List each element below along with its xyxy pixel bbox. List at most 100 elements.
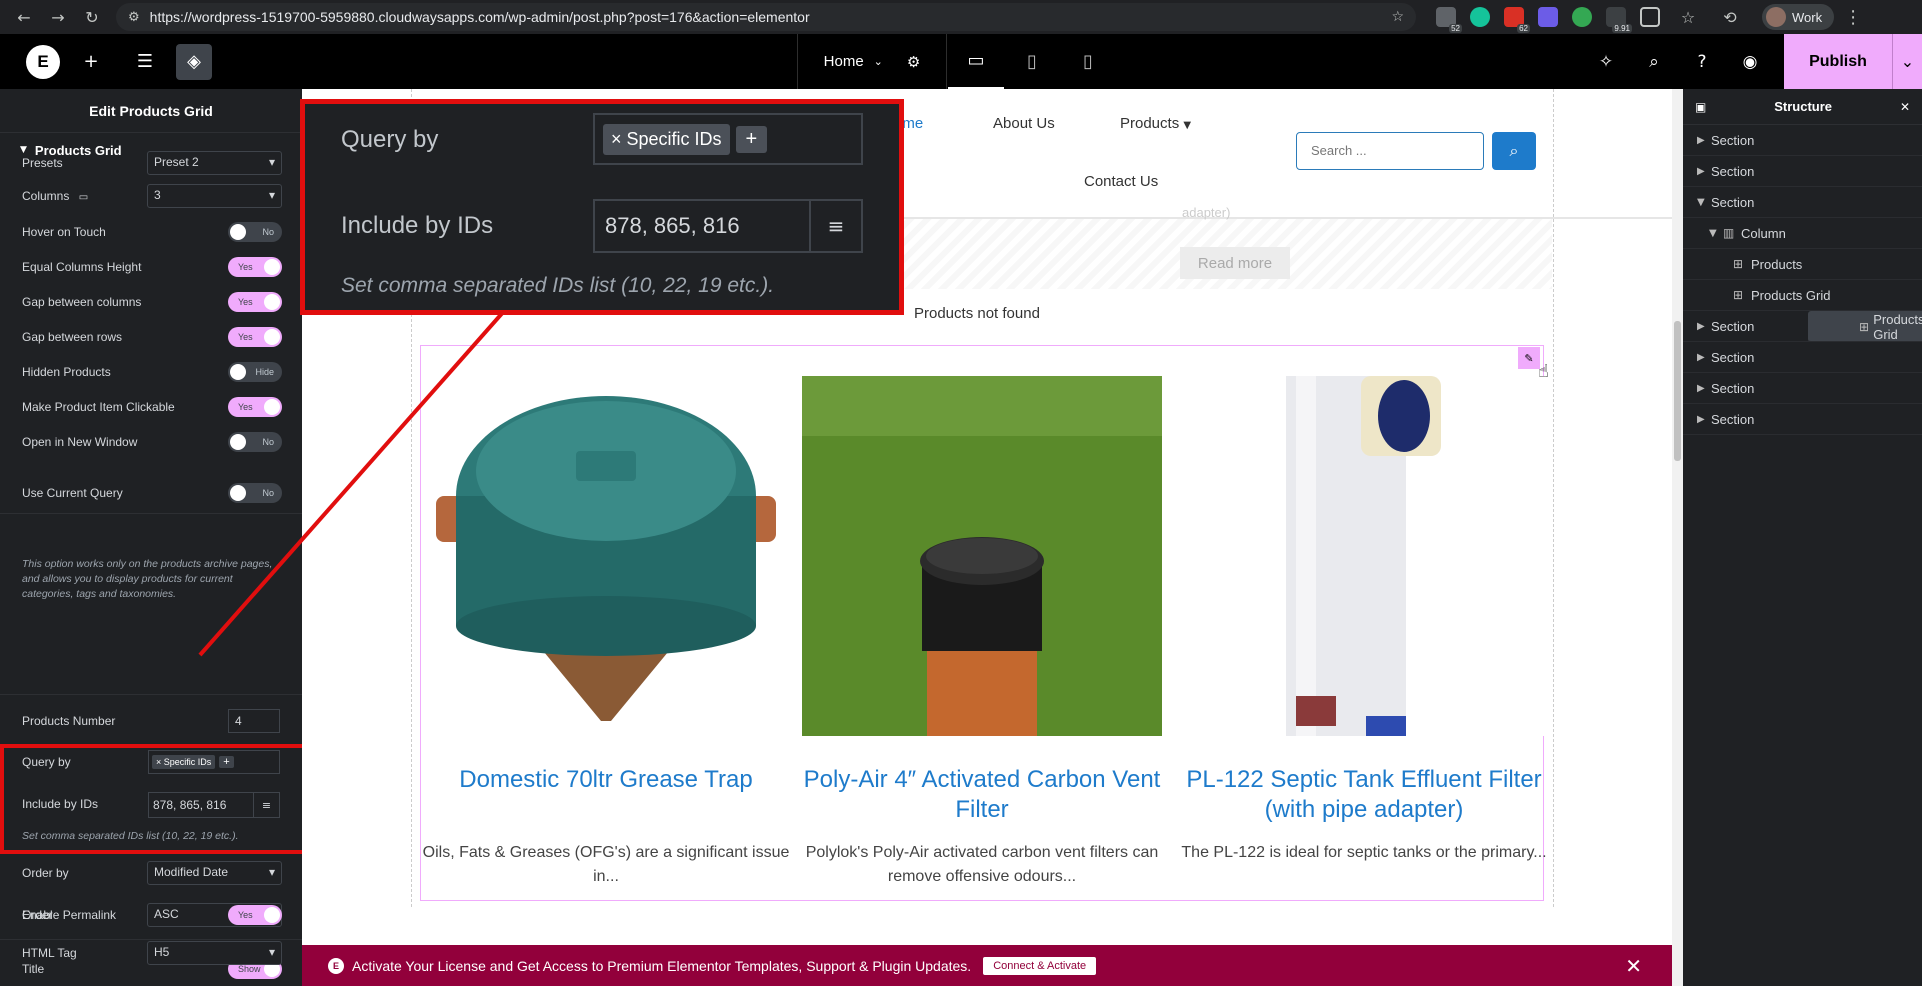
puzzle-icon[interactable] bbox=[1640, 7, 1660, 27]
product-image-grease-trap[interactable] bbox=[426, 376, 786, 736]
panel-toggle-icon[interactable]: ▣ bbox=[1695, 100, 1706, 114]
page-settings-icon[interactable]: ⚙ bbox=[907, 53, 920, 71]
reload-icon[interactable]: ↻ bbox=[78, 3, 106, 31]
structure-item-section[interactable]: ▶ Section bbox=[1683, 125, 1922, 156]
control-use-current-query: Use Current Query No bbox=[22, 479, 282, 507]
scroll-thumb[interactable] bbox=[1674, 321, 1681, 461]
control-clickable: Make Product Item Clickable Yes bbox=[22, 393, 282, 421]
close-icon[interactable]: ✕ bbox=[1900, 100, 1910, 114]
permalink-toggle[interactable]: Yes bbox=[228, 905, 282, 925]
bookmark-star-icon[interactable]: ☆ bbox=[1391, 9, 1404, 25]
zoom-include-ids-input: 878, 865, 816 ≡ bbox=[593, 199, 863, 253]
structure-item-section[interactable]: ▶ Section bbox=[1683, 373, 1922, 404]
product-title[interactable]: Domestic 70ltr Grease Trap bbox=[416, 765, 796, 795]
page-selector[interactable]: Home ⌄ ⚙ bbox=[797, 34, 947, 89]
product-title[interactable]: Poly-Air 4″ Activated Carbon Vent Filter bbox=[792, 765, 1172, 825]
close-icon[interactable]: ✕ bbox=[1625, 954, 1642, 978]
hidden-products-toggle[interactable]: Hide bbox=[228, 362, 282, 382]
structure-item-column[interactable]: ▼ ▥ Column bbox=[1683, 218, 1922, 249]
zoom-add-icon: + bbox=[735, 125, 768, 153]
publish-options-icon[interactable]: ⌄ bbox=[1892, 34, 1922, 89]
extension-badge: 62 bbox=[1517, 24, 1530, 33]
preview-eye-icon[interactable]: ◉ bbox=[1726, 52, 1774, 72]
faded-text: adapter) bbox=[1182, 205, 1231, 220]
back-icon[interactable]: ← bbox=[10, 3, 38, 31]
edit-widget-icon[interactable]: ✎ bbox=[1518, 347, 1540, 369]
toggle-knob bbox=[230, 364, 246, 380]
site-settings-icon[interactable]: ☰ bbox=[122, 39, 168, 85]
extension-icon[interactable] bbox=[1572, 7, 1592, 27]
read-more-button[interactable]: Read more bbox=[1180, 247, 1290, 279]
toggle-knob bbox=[264, 907, 280, 923]
add-element-icon[interactable]: + bbox=[68, 39, 114, 85]
notifications-icon[interactable]: ✧ bbox=[1582, 52, 1630, 72]
menu-kebab-icon[interactable]: ⋮ bbox=[1844, 7, 1862, 28]
structure-item-section[interactable]: ▶ Section bbox=[1683, 156, 1922, 187]
menu-item-about[interactable]: About Us bbox=[993, 115, 1055, 132]
grammarly-icon[interactable] bbox=[1470, 7, 1490, 27]
toggle-knob bbox=[230, 434, 246, 450]
license-banner: E Activate Your License and Get Access t… bbox=[302, 945, 1672, 986]
control-equal-height: Equal Columns Height Yes bbox=[22, 253, 282, 281]
structure-item-products[interactable]: ⊞ Products bbox=[1683, 249, 1922, 280]
edit-panel: Edit Products Grid ▼ Products Grid Prese… bbox=[0, 89, 302, 986]
clickable-toggle[interactable]: Yes bbox=[228, 397, 282, 417]
structure-icon[interactable]: ◈ bbox=[176, 43, 212, 80]
caret-right-icon: ▶ bbox=[1697, 382, 1705, 394]
structure-label: Section bbox=[1711, 411, 1755, 427]
profile-chip[interactable]: Work bbox=[1762, 4, 1835, 30]
gap-rows-toggle[interactable]: Yes bbox=[228, 327, 282, 347]
site-search-input[interactable]: Search ... bbox=[1296, 132, 1484, 170]
structure-label: Section bbox=[1711, 318, 1755, 334]
mobile-icon[interactable]: ▯ bbox=[1060, 34, 1116, 89]
menu-item-contact[interactable]: Contact Us bbox=[1084, 173, 1158, 190]
address-bar[interactable]: ⚙ https://wordpress-1519700-5959880.clou… bbox=[116, 3, 1416, 31]
products-number-input[interactable]: 4 bbox=[228, 709, 280, 733]
desktop-icon[interactable]: ▭ bbox=[948, 34, 1004, 89]
structure-label: Section bbox=[1711, 349, 1755, 365]
finder-search-icon[interactable]: ⌕ bbox=[1630, 52, 1678, 72]
toggle-text: No bbox=[262, 437, 274, 447]
tablet-icon[interactable]: ▯ bbox=[1004, 34, 1060, 89]
product-title[interactable]: PL-122 Septic Tank Effluent Filter (with… bbox=[1174, 765, 1554, 825]
use-current-query-hint: This option works only on the products a… bbox=[22, 558, 273, 600]
use-current-query-toggle[interactable]: No bbox=[228, 483, 282, 503]
chevron-down-icon: ▼ bbox=[1183, 120, 1192, 131]
extension-icon[interactable]: 62 bbox=[1504, 7, 1530, 33]
columns-select[interactable]: 3 bbox=[147, 184, 282, 208]
structure-item-section[interactable]: ▶ Section bbox=[1683, 342, 1922, 373]
history-icon[interactable]: ⟲ bbox=[1716, 3, 1744, 31]
help-icon[interactable]: ? bbox=[1678, 52, 1726, 72]
extension-icon[interactable] bbox=[1538, 7, 1558, 27]
panel-title: Edit Products Grid bbox=[0, 89, 302, 133]
page-name: Home bbox=[823, 53, 864, 70]
product-image-septic-filter[interactable] bbox=[1186, 376, 1546, 736]
structure-item-section[interactable]: ▶ Section bbox=[1683, 404, 1922, 435]
product-image-vent-filter[interactable] bbox=[802, 376, 1162, 736]
structure-item-section[interactable]: ▼ Section bbox=[1683, 187, 1922, 218]
site-info-icon[interactable]: ⚙ bbox=[128, 10, 140, 25]
elementor-small-icon: E bbox=[328, 957, 344, 974]
search-icon[interactable]: ⌕ bbox=[1492, 132, 1536, 170]
bookmarks-icon[interactable]: ☆ bbox=[1674, 3, 1702, 31]
publish-button[interactable]: Publish bbox=[1784, 34, 1892, 89]
canvas-scrollbar[interactable] bbox=[1672, 89, 1683, 986]
order-by-select[interactable]: Modified Date bbox=[147, 861, 282, 885]
new-window-toggle[interactable]: No bbox=[228, 432, 282, 452]
presets-select[interactable]: Preset 2 bbox=[147, 151, 282, 175]
menu-item-products[interactable]: Products ▼ bbox=[1120, 115, 1191, 132]
forward-icon[interactable]: → bbox=[44, 3, 72, 31]
html-tag-select[interactable]: H5 bbox=[147, 941, 282, 965]
hover-toggle[interactable]: No bbox=[228, 222, 282, 242]
equal-height-toggle[interactable]: Yes bbox=[228, 257, 282, 277]
elementor-logo-icon[interactable]: E bbox=[26, 44, 60, 79]
gap-columns-toggle[interactable]: Yes bbox=[228, 292, 282, 312]
connect-activate-button[interactable]: Connect & Activate bbox=[983, 956, 1097, 975]
extension-icon[interactable]: 52 bbox=[1436, 7, 1462, 33]
extension-icon[interactable]: 9.91 bbox=[1606, 7, 1632, 33]
structure-item-products-grid-selected[interactable]: ⊞ Products Grid bbox=[1808, 311, 1922, 342]
zoom-include-ids-label: Include by IDs bbox=[341, 212, 494, 239]
caret-right-icon: ▶ bbox=[1697, 134, 1705, 146]
toggle-text: No bbox=[262, 488, 274, 498]
structure-item-products-grid[interactable]: ⊞ Products Grid bbox=[1683, 280, 1922, 311]
